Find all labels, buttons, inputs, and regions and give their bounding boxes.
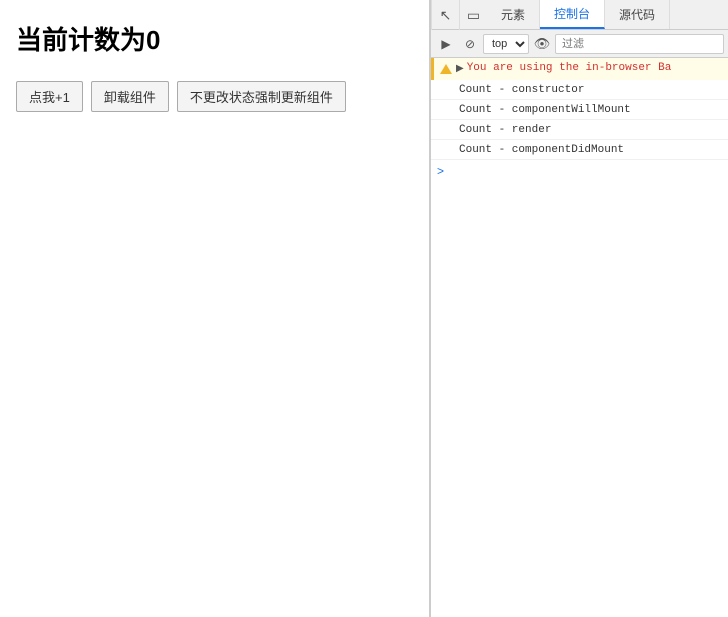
device-icon[interactable]: ▭: [459, 0, 487, 30]
left-panel: 当前计数为0 点我+1 卸载组件 不更改状态强制更新组件: [0, 0, 430, 617]
force-update-button[interactable]: 不更改状态强制更新组件: [177, 81, 346, 112]
elements-tab[interactable]: 元素: [487, 0, 540, 29]
button-row: 点我+1 卸载组件 不更改状态强制更新组件: [16, 81, 413, 112]
log-row-2: Count - componentWillMount: [431, 100, 728, 120]
log-text-2: Count - componentWillMount: [459, 104, 631, 116]
devtools-panel: ↖ ▭ 元素 控制台 源代码 ▶ ⊘ top 👁 ▶ You are using…: [430, 0, 728, 617]
devtools-toolbar: ▶ ⊘ top 👁: [431, 30, 728, 58]
log-text-3: Count - render: [459, 124, 551, 136]
sources-tab[interactable]: 源代码: [605, 0, 670, 29]
log-row-3: Count - render: [431, 120, 728, 140]
warning-row: ▶ You are using the in-browser Ba: [431, 58, 728, 80]
context-select[interactable]: top: [483, 34, 529, 54]
log-text-1: Count - constructor: [459, 84, 584, 96]
eye-icon[interactable]: 👁: [531, 33, 553, 55]
expand-arrow-icon[interactable]: ▶: [456, 63, 464, 74]
page-title: 当前计数为0: [16, 20, 413, 57]
increment-button[interactable]: 点我+1: [16, 81, 83, 112]
log-text-4: Count - componentDidMount: [459, 144, 624, 156]
console-output: ▶ You are using the in-browser Ba Count …: [431, 58, 728, 617]
console-tab[interactable]: 控制台: [540, 0, 605, 29]
warning-text: You are using the in-browser Ba: [467, 62, 672, 74]
console-prompt-row: >: [431, 160, 728, 182]
cursor-icon[interactable]: ↖: [431, 0, 459, 30]
unmount-button[interactable]: 卸载组件: [91, 81, 169, 112]
filter-input[interactable]: [555, 34, 724, 54]
prompt-arrow-icon[interactable]: >: [437, 164, 444, 178]
run-icon[interactable]: ▶: [435, 33, 457, 55]
log-row-4: Count - componentDidMount: [431, 140, 728, 160]
log-row-1: Count - constructor: [431, 80, 728, 100]
clear-icon[interactable]: ⊘: [459, 33, 481, 55]
devtools-tabs-bar: ↖ ▭ 元素 控制台 源代码: [431, 0, 728, 30]
warning-triangle-icon: [440, 64, 452, 74]
